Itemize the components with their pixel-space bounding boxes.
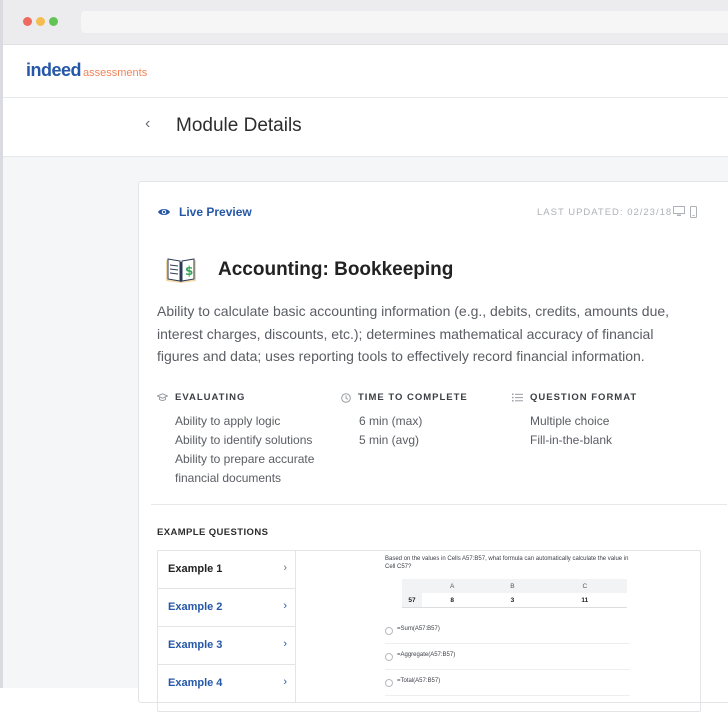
answer-option-2[interactable]: =Aggregate(A57:B57): [385, 649, 630, 670]
example-questions-heading: EXAMPLE QUESTIONS: [157, 527, 269, 538]
evaluating-item: Ability to identify solutions: [175, 433, 313, 447]
logo-suffix: assessments: [83, 67, 148, 79]
row-label: 57: [402, 593, 422, 608]
last-updated-text: LAST UPDATED: 02/23/18: [537, 207, 673, 218]
module-heading: $ Accounting: Bookkeeping: [165, 257, 453, 283]
close-window-button[interactable]: [23, 17, 32, 26]
answer-option-1[interactable]: =Sum(A57:B57): [385, 623, 630, 644]
chevron-left-icon[interactable]: ‹: [145, 115, 150, 133]
format-heading: QUESTION FORMAT: [530, 392, 638, 403]
column-header: B: [482, 579, 543, 593]
answer-option-label: =Aggregate(A57:B57): [397, 652, 456, 658]
module-title: Accounting: Bookkeeping: [218, 259, 454, 280]
device-toggle: [673, 206, 697, 218]
example-list: Example 1 › Example 2 › Example 3 › Exam…: [158, 551, 296, 703]
section-divider: [151, 504, 727, 505]
minimize-window-button[interactable]: [36, 17, 45, 26]
accounting-book-icon: $: [166, 258, 196, 283]
example-tab-4[interactable]: Example 4 ›: [158, 665, 296, 703]
example-tab-label: Example 3: [168, 639, 223, 651]
table-cell: 11: [542, 593, 627, 608]
list-icon: [512, 393, 523, 402]
example-tab-label: Example 4: [168, 677, 223, 689]
maximize-window-button[interactable]: [49, 17, 58, 26]
spreadsheet-table: A B C 57 8 3 11: [402, 579, 627, 608]
question-format-section: QUESTION FORMAT Multiple choice Fill-in-…: [512, 392, 637, 450]
question-text: Based on the values in Cells A57:B57, wh…: [385, 556, 629, 570]
indeed-assessments-logo[interactable]: indeed assessments: [26, 60, 147, 81]
eye-icon: [158, 209, 170, 215]
format-item: Multiple choice: [530, 414, 610, 428]
table-cell: 8: [422, 593, 483, 608]
page-header: ‹ Module Details: [3, 98, 728, 157]
chevron-right-icon: ›: [283, 562, 287, 574]
time-heading: TIME TO COMPLETE: [358, 392, 468, 403]
evaluating-section: EVALUATING Ability to apply logic Abilit…: [157, 392, 314, 488]
module-card: Live Preview LAST UPDATED: 02/23/18 $ Ac…: [138, 181, 728, 712]
radio-button[interactable]: [385, 627, 393, 635]
answer-option-label: =Total(A57:B57): [397, 678, 441, 684]
browser-chrome: [3, 0, 728, 45]
address-bar[interactable]: [81, 11, 728, 33]
mobile-icon[interactable]: [690, 206, 697, 218]
example-tab-3[interactable]: Example 3 ›: [158, 627, 296, 665]
browser-window: indeed assessments ‹ Module Details Live…: [0, 0, 728, 712]
table-corner: [402, 579, 422, 593]
format-item: Fill-in-the-blank: [530, 433, 613, 447]
svg-text:$: $: [185, 264, 193, 278]
example-tab-1[interactable]: Example 1 ›: [158, 551, 296, 589]
example-tab-label: Example 2: [168, 601, 223, 613]
example-tab-2[interactable]: Example 2 ›: [158, 589, 296, 627]
logo-wordmark: indeed: [26, 60, 82, 80]
column-header: A: [422, 579, 483, 593]
clock-icon: [341, 392, 351, 403]
chevron-right-icon: ›: [283, 638, 287, 650]
app-header: indeed assessments: [3, 45, 728, 98]
evaluating-item: Ability to apply logic: [175, 414, 281, 428]
page-title: Module Details: [176, 115, 302, 136]
time-to-complete-section: TIME TO COMPLETE 6 min (max) 5 min (avg): [341, 392, 468, 450]
answer-option-label: =Sum(A57:B57): [397, 626, 440, 632]
evaluating-item: Ability to prepare accurate: [175, 452, 315, 466]
radio-button[interactable]: [385, 679, 393, 687]
time-item: 5 min (avg): [359, 433, 420, 447]
time-item: 6 min (max): [359, 414, 423, 428]
module-description: Ability to calculate basic accounting in…: [157, 303, 670, 364]
radio-button[interactable]: [385, 653, 393, 661]
example-tab-label: Example 1: [168, 563, 223, 575]
answer-option-3[interactable]: =Total(A57:B57): [385, 675, 630, 696]
chevron-right-icon: ›: [283, 676, 287, 688]
live-preview-label: Live Preview: [179, 205, 252, 219]
evaluating-item: financial documents: [175, 471, 282, 485]
evaluating-heading: EVALUATING: [175, 392, 246, 403]
graduation-cap-icon: [157, 393, 168, 401]
column-header: C: [542, 579, 627, 593]
table-cell: 3: [482, 593, 543, 608]
live-preview-link[interactable]: Live Preview: [157, 205, 252, 219]
desktop-icon[interactable]: [673, 206, 685, 217]
chevron-right-icon: ›: [283, 600, 287, 612]
